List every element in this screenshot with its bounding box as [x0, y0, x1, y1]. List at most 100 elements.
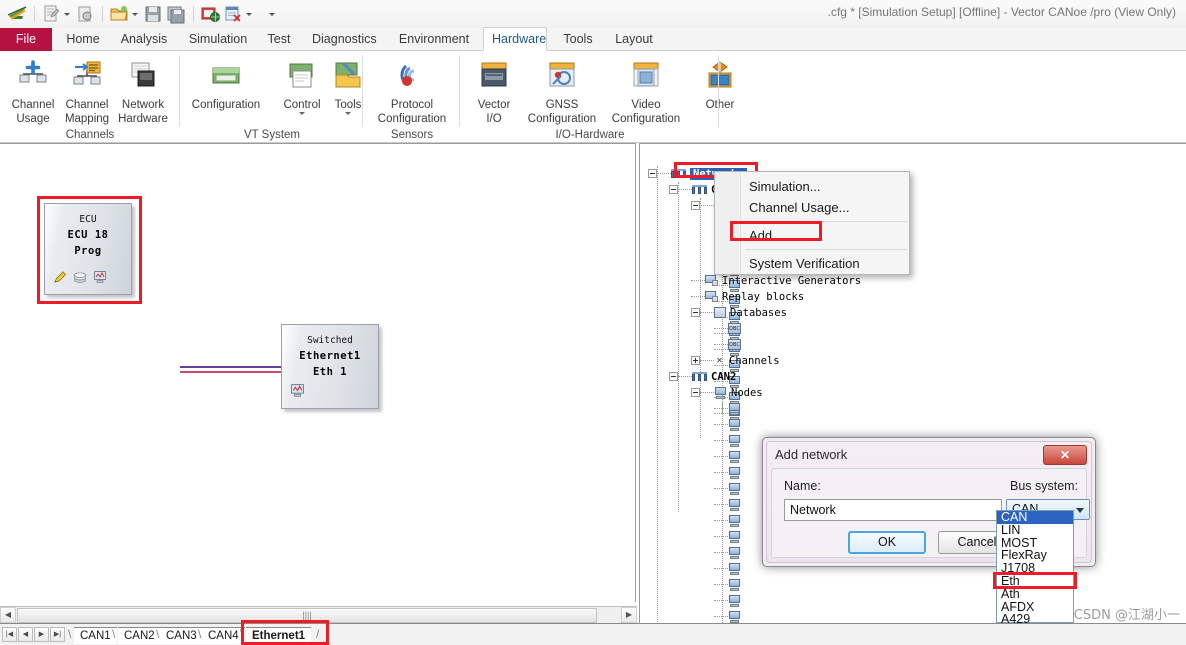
open-recent-icon[interactable]	[74, 3, 96, 25]
scroll-left-button[interactable]: ◀	[0, 607, 16, 623]
sheet-tab-can1[interactable]: CAN1	[74, 627, 117, 644]
new-config-dropdown-icon[interactable]	[63, 3, 72, 25]
sheet-tab-can4[interactable]: CAN4	[202, 627, 245, 644]
tab-diagnostics[interactable]: Diagnostics	[304, 28, 384, 51]
tab-tools[interactable]: Tools	[553, 28, 603, 51]
tree-node-interactive-generators[interactable]: Interactive Generators	[691, 273, 861, 288]
tab-simulation[interactable]: Simulation	[180, 28, 256, 51]
ribbon-button-other-io[interactable]: Other	[689, 55, 751, 111]
tree-node-can2-nodes[interactable]: Nodes	[691, 385, 763, 400]
measurement-icon[interactable]	[290, 383, 305, 402]
tab-analysis[interactable]: Analysis	[112, 28, 176, 51]
save-all-icon[interactable]	[165, 3, 187, 25]
ribbon-button-vector-io[interactable]: Vector I/O	[463, 55, 525, 125]
nav-next-button[interactable]: ▶	[34, 627, 49, 642]
canoe-logo-icon[interactable]	[6, 3, 28, 25]
context-menu-item-system-verification[interactable]: System Verification	[715, 253, 909, 274]
expander-icon[interactable]	[691, 201, 700, 210]
ribbon-button-channel-usage[interactable]: Channel Usage	[2, 55, 64, 125]
chevron-down-icon[interactable]	[299, 112, 305, 115]
open-folder-icon[interactable]	[108, 3, 130, 25]
ribbon-button-protocol-configuration[interactable]: Protocol Configuration	[366, 55, 458, 125]
print-preview-icon[interactable]	[222, 3, 244, 25]
tree-leaf-node[interactable]	[714, 529, 741, 544]
expander-icon[interactable]	[691, 308, 700, 317]
nav-last-button[interactable]: ▶|	[50, 627, 65, 642]
sheet-tab-ethernet1[interactable]: Ethernet1	[246, 627, 312, 644]
expander-icon[interactable]	[648, 169, 657, 178]
pencil-icon[interactable]	[53, 269, 67, 288]
scroll-right-button[interactable]: ▶	[621, 607, 637, 623]
tree-leaf-node[interactable]	[714, 401, 741, 416]
save-icon[interactable]	[142, 3, 164, 25]
nav-prev-button[interactable]: ◀	[18, 627, 33, 642]
ribbon-button-video-configuration[interactable]: Video Configuration	[605, 55, 687, 125]
expander-icon[interactable]	[669, 185, 678, 194]
context-menu-item-add[interactable]: Add...	[715, 225, 909, 246]
tree-leaf-node[interactable]	[714, 561, 741, 576]
tab-home[interactable]: Home	[58, 28, 108, 51]
open-dropdown-icon[interactable]	[131, 3, 140, 25]
measurement-icon[interactable]	[93, 269, 107, 288]
tree-leaf-node[interactable]	[714, 417, 741, 432]
tree-leaf-node[interactable]	[714, 497, 741, 512]
expander-icon[interactable]	[691, 388, 700, 397]
expander-icon[interactable]	[691, 356, 700, 365]
canvas-horizontal-scrollbar[interactable]: ◀ ▶ ||||	[0, 606, 637, 623]
bus-option-lin[interactable]: LIN	[997, 523, 1073, 537]
ecu-block[interactable]: ECU ECU 18 Prog	[44, 203, 132, 295]
tree-node-channels[interactable]: ✕ Channels	[691, 353, 780, 368]
context-menu-item-channel-usage[interactable]: Channel Usage...	[715, 197, 909, 218]
tree-leaf-node[interactable]	[714, 545, 741, 560]
ribbon-button-gnss-configuration[interactable]: GNSS Configuration	[521, 55, 603, 125]
tree-leaf-node[interactable]	[714, 609, 741, 624]
tree-leaf-node[interactable]	[714, 481, 741, 496]
ribbon-button-vt-configuration[interactable]: Configuration	[183, 55, 269, 111]
tree-node-replay-blocks[interactable]: Replay blocks	[691, 289, 804, 304]
close-icon[interactable]: ✕	[1043, 445, 1087, 465]
tree-leaf-node[interactable]	[714, 465, 741, 480]
nav-first-button[interactable]: |◀	[2, 627, 17, 642]
context-menu-item-simulation[interactable]: Simulation...	[715, 176, 909, 197]
tab-hardware[interactable]: Hardware	[483, 27, 547, 51]
network-name-input[interactable]: Network	[784, 499, 1002, 521]
bus-system-dropdown-list[interactable]: CAN LIN MOST FlexRay J1708 Eth Ath AFDX …	[996, 510, 1074, 626]
scrollbar-thumb[interactable]: ||||	[17, 608, 597, 623]
tree-leaf-database[interactable]: DBC	[714, 337, 741, 352]
tab-file[interactable]: File	[0, 28, 52, 51]
ok-button[interactable]: OK	[848, 531, 926, 554]
new-config-icon[interactable]	[40, 3, 62, 25]
print-icon[interactable]	[199, 3, 221, 25]
context-menu-separator-1	[745, 221, 907, 222]
tree-leaf-node[interactable]	[714, 593, 741, 608]
tree-leaf-node[interactable]	[714, 513, 741, 528]
video-configuration-icon	[605, 55, 687, 97]
bus-option-ath[interactable]: Ath	[997, 587, 1073, 601]
tree-node-label: Channels	[729, 354, 780, 367]
print-dropdown-icon[interactable]	[245, 3, 254, 25]
chevron-down-icon[interactable]	[345, 112, 351, 115]
bus-option-can[interactable]: CAN	[997, 511, 1073, 524]
tab-environment[interactable]: Environment	[388, 28, 480, 51]
tree-node-can2[interactable]: CAN2	[669, 369, 736, 384]
tree-leaf-node[interactable]	[714, 433, 741, 448]
tree-leaf-node[interactable]	[714, 449, 741, 464]
customize-qat-icon[interactable]	[268, 3, 277, 25]
expander-icon[interactable]	[669, 372, 678, 381]
tab-layout[interactable]: Layout	[607, 28, 661, 51]
tree-leaf-database[interactable]: DBC	[714, 321, 741, 336]
sheet-tab-can3[interactable]: CAN3	[160, 627, 203, 644]
tree-leaf-node[interactable]	[714, 577, 741, 592]
bus-option-eth[interactable]: Eth	[997, 575, 1073, 588]
layers-icon[interactable]	[73, 269, 87, 288]
ribbon-button-sublabel: Hardware	[118, 113, 168, 125]
networks-context-menu[interactable]: Simulation... Channel Usage... Add... Sy…	[714, 171, 910, 275]
tab-test[interactable]: Test	[258, 28, 300, 51]
tree-node-databases[interactable]: Databases	[691, 305, 787, 320]
ethernet-block[interactable]: Switched Ethernet1 Eth 1	[281, 324, 379, 409]
sheet-tab-can2[interactable]: CAN2	[118, 627, 161, 644]
ribbon-group-caption: VT System	[243, 129, 301, 141]
simulation-setup-canvas[interactable]: ECU ECU 18 Prog Switched Ethernet1 Eth 1	[0, 143, 636, 602]
ribbon-button-network-hardware[interactable]: Network Hardware	[112, 55, 174, 125]
ribbon-button-channel-mapping[interactable]: Channel Mapping	[56, 55, 118, 125]
